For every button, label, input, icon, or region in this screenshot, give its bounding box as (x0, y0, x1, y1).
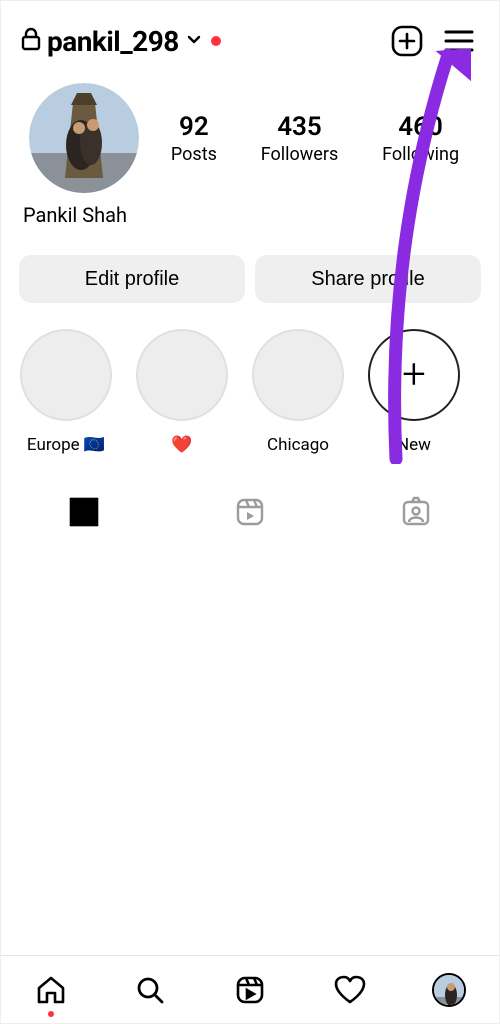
posts-count: 92 (171, 112, 217, 142)
notification-dot (211, 36, 221, 46)
avatar-image (29, 83, 139, 193)
highlight-label: Chicago (251, 435, 345, 455)
highlight-new-label: New (367, 435, 461, 455)
nav-reels[interactable] (200, 956, 300, 1023)
posts-label: Posts (171, 144, 217, 165)
stat-followers[interactable]: 435 Followers (261, 112, 339, 165)
highlight-label: ❤️ (135, 435, 229, 455)
tab-grid[interactable] (1, 485, 167, 539)
highlight-circle (20, 329, 112, 421)
stat-posts[interactable]: 92 Posts (171, 112, 217, 165)
highlight-new[interactable]: + New (367, 329, 461, 455)
nav-search[interactable] (101, 956, 201, 1023)
nav-home[interactable] (1, 956, 101, 1023)
create-button[interactable] (385, 19, 429, 63)
followers-label: Followers (261, 144, 339, 165)
nav-activity[interactable] (300, 956, 400, 1023)
lock-icon (21, 27, 41, 55)
highlight-label: Europe 🇪🇺 (19, 435, 113, 455)
highlight-item[interactable]: Chicago (251, 329, 345, 455)
new-highlight-circle: + (368, 329, 460, 421)
nav-profile[interactable] (399, 956, 499, 1023)
nav-avatar (432, 973, 466, 1007)
share-profile-button[interactable]: Share profile (255, 255, 481, 303)
profile-avatar[interactable] (29, 83, 139, 193)
username[interactable]: pankil_298 (47, 25, 179, 58)
following-label: Following (382, 144, 459, 165)
stat-following[interactable]: 460 Following (382, 112, 459, 165)
edit-profile-button[interactable]: Edit profile (19, 255, 245, 303)
highlight-item[interactable]: ❤️ (135, 329, 229, 455)
plus-icon: + (402, 354, 426, 396)
followers-count: 435 (261, 112, 339, 142)
highlight-circle (136, 329, 228, 421)
tab-reels[interactable] (167, 485, 333, 539)
display-name: Pankil Shah (1, 193, 499, 227)
chevron-down-icon[interactable] (185, 30, 203, 52)
following-count: 460 (382, 112, 459, 142)
hamburger-menu-button[interactable] (437, 19, 481, 63)
nav-home-dot (48, 1011, 54, 1017)
tab-tagged[interactable] (333, 485, 499, 539)
highlight-circle (252, 329, 344, 421)
highlight-item[interactable]: Europe 🇪🇺 (19, 329, 113, 455)
